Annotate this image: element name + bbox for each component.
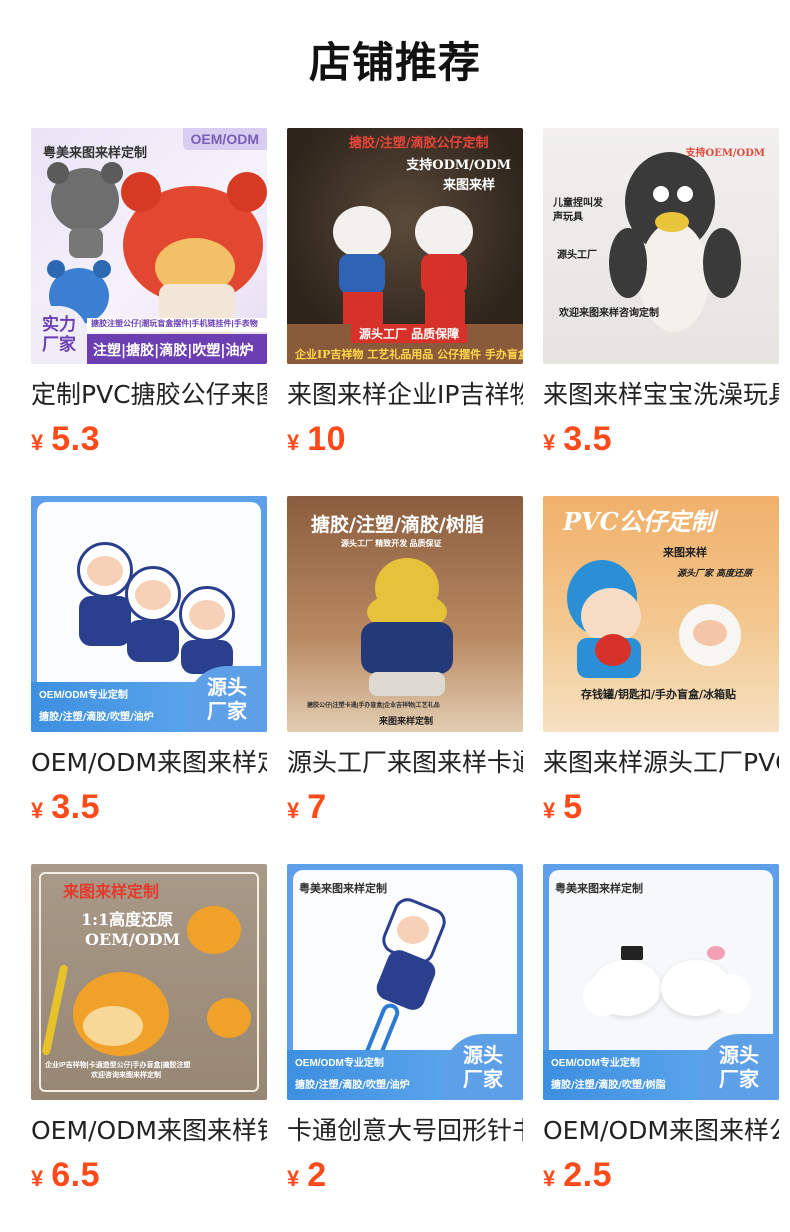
- price-value: 3.5: [51, 788, 101, 826]
- image-strip-main: 搪胶/注塑/滴胶/吹塑/油炉: [295, 1080, 410, 1091]
- product-image[interactable]: 搪胶/注塑/滴胶公仔定制 支持ODM/ODM 来图来样 源头工厂 品质保障 企业…: [287, 128, 523, 364]
- image-top-text: 粤美来图来样定制: [299, 882, 387, 895]
- image-top-text: 搪胶/注塑/滴胶公仔定制: [349, 136, 489, 151]
- product-card[interactable]: OEM/ODM 粤美来图来样定制 实力 厂家 搪胶注塑公仔|潮玩盲盒摆件|手机链…: [31, 128, 267, 472]
- product-title[interactable]: OEM/ODM来图来样钥匙扣: [31, 1114, 267, 1148]
- image-side-text-1: 支持ODM/ODM: [406, 158, 511, 173]
- product-title[interactable]: 定制PVC搪胶公仔来图来样: [31, 378, 267, 412]
- image-mid-text-1: 1:1高度还原: [81, 910, 174, 929]
- product-price: ¥ 3.5: [543, 420, 779, 459]
- product-price: ¥ 5: [543, 788, 779, 827]
- product-card[interactable]: 粤美来图来样定制 OEM/ODM专业定制 搪胶/注塑/滴胶/吹塑/油炉 源头 厂家…: [287, 864, 523, 1208]
- image-bottom-text: 企业IP吉祥物 工艺礼品用品 公仔摆件 手办盲盒: [295, 348, 523, 361]
- price-value: 5.3: [51, 420, 101, 458]
- product-title[interactable]: 源头工厂来图来样卡通公仔: [287, 746, 523, 780]
- currency-symbol: ¥: [31, 1166, 44, 1191]
- image-strip-small: 搪胶注塑公仔|潮玩盲盒摆件|手机链挂件|手表物: [91, 319, 258, 328]
- image-bottom-text-2: 欢迎咨询来图来样定制: [91, 1072, 161, 1079]
- image-bottom-text: 企业IP吉祥物|卡通造型公仔|手办盲盒|搪胶注塑: [45, 1062, 191, 1069]
- product-image[interactable]: OEM/ODM 粤美来图来样定制 实力 厂家 搪胶注塑公仔|潮玩盲盒摆件|手机链…: [31, 128, 267, 364]
- price-value: 7: [307, 788, 327, 826]
- price-value: 2: [307, 1156, 327, 1194]
- currency-symbol: ¥: [287, 430, 300, 455]
- image-bottom-text: 存钱罐/钥匙扣/手办盲盒/冰箱贴: [581, 688, 737, 701]
- product-title[interactable]: OEM/ODM来图来样公仔: [543, 1114, 779, 1148]
- image-top-text: 来图来样定制: [63, 882, 160, 901]
- image-strip-main: 搪胶/注塑/滴胶/吹塑/树脂: [551, 1080, 666, 1091]
- product-title[interactable]: 来图来样企业IP吉祥物定制: [287, 378, 523, 412]
- section-header: 店铺推荐: [0, 0, 790, 128]
- product-price: ¥ 5.3: [31, 420, 267, 459]
- image-side-text-1: 来图来样: [663, 546, 707, 559]
- currency-symbol: ¥: [543, 1166, 556, 1191]
- image-badge: 源头 厂家: [699, 1034, 779, 1100]
- image-left-text-1: 儿童捏叫发: [553, 198, 603, 209]
- product-title[interactable]: 卡通创意大号回形针书签: [287, 1114, 523, 1148]
- product-price: ¥ 10: [287, 420, 523, 459]
- image-strip-main: 注塑|搪胶|滴胶|吹塑|油炉: [93, 343, 254, 359]
- image-corner-tag: OEM/ODM: [182, 128, 267, 150]
- product-image[interactable]: 搪胶/注塑/滴胶/树脂 源头工厂 精致开发 品质保证 搪胶公仔|注塑卡通|手办盲…: [287, 496, 523, 732]
- image-corner-tag: 支持OEM/ODM: [685, 148, 765, 159]
- currency-symbol: ¥: [287, 798, 300, 823]
- image-top-text: PVC公仔定制: [563, 507, 715, 536]
- product-image[interactable]: OEM/ODM专业定制 搪胶/注塑/滴胶/吹塑/油炉 源头 厂家: [31, 496, 267, 732]
- product-price: ¥ 6.5: [31, 1156, 267, 1195]
- product-card[interactable]: 搪胶/注塑/滴胶/树脂 源头工厂 精致开发 品质保证 搪胶公仔|注塑卡通|手办盲…: [287, 496, 523, 840]
- product-image[interactable]: PVC公仔定制 来图来样 源头厂家 高度还原 存钱罐/钥匙扣/手办盲盒/冰箱贴: [543, 496, 779, 732]
- image-bottom-text: 来图来样定制: [379, 717, 434, 727]
- image-top-text: 搪胶/注塑/滴胶/树脂: [311, 514, 484, 536]
- store-recommendations-page: 店铺推荐 OEM/ODM 粤美来图来样定制 实力 厂家 搪胶注塑公仔|潮玩盲盒摆…: [0, 0, 790, 1232]
- product-card[interactable]: 粤美来图来样定制 OEM/ODM专业定制 搪胶/注塑/滴胶/吹塑/树脂 源头 厂家…: [543, 864, 779, 1208]
- price-value: 2.5: [563, 1156, 613, 1194]
- product-title[interactable]: OEM/ODM来图来样定制: [31, 746, 267, 780]
- product-price: ¥ 2: [287, 1156, 523, 1195]
- currency-symbol: ¥: [543, 798, 556, 823]
- image-left-text-3: 源头工厂: [557, 250, 597, 261]
- image-bottom-text: 欢迎来图来样咨询定制: [559, 308, 659, 319]
- price-value: 5: [563, 788, 583, 826]
- image-badge: 源头 厂家: [443, 1034, 523, 1100]
- image-badge: 实力 厂家: [31, 306, 87, 364]
- product-card[interactable]: 搪胶/注塑/滴胶公仔定制 支持ODM/ODM 来图来样 源头工厂 品质保障 企业…: [287, 128, 523, 472]
- product-image[interactable]: 粤美来图来样定制 OEM/ODM专业定制 搪胶/注塑/滴胶/吹塑/油炉 源头 厂家: [287, 864, 523, 1100]
- image-mid-text-2: OEM/ODM: [85, 930, 181, 949]
- image-strip-main: 搪胶/注塑/滴胶/吹塑/油炉: [39, 712, 154, 723]
- image-strip-small: OEM/ODM专业定制: [295, 1058, 384, 1069]
- product-price: ¥ 2.5: [543, 1156, 779, 1195]
- image-sub-text: 源头工厂 精致开发 品质保证: [341, 539, 442, 548]
- product-card[interactable]: PVC公仔定制 来图来样 源头厂家 高度还原 存钱罐/钥匙扣/手办盲盒/冰箱贴 …: [543, 496, 779, 840]
- price-value: 6.5: [51, 1156, 101, 1194]
- image-strip-small: OEM/ODM专业定制: [39, 690, 128, 701]
- image-badge: 源头 厂家: [187, 666, 267, 732]
- image-bottom-banner: 源头工厂 品质保障: [351, 324, 468, 343]
- product-image[interactable]: 粤美来图来样定制 OEM/ODM专业定制 搪胶/注塑/滴胶/吹塑/树脂 源头 厂家: [543, 864, 779, 1100]
- image-top-text: 粤美来图来样定制: [43, 146, 148, 161]
- product-grid: OEM/ODM 粤美来图来样定制 实力 厂家 搪胶注塑公仔|潮玩盲盒摆件|手机链…: [31, 128, 790, 1208]
- currency-symbol: ¥: [543, 430, 556, 455]
- section-title: 店铺推荐: [308, 37, 481, 87]
- product-title[interactable]: 来图来样源头工厂PVC公仔: [543, 746, 779, 780]
- price-value: 10: [307, 420, 347, 458]
- currency-symbol: ¥: [31, 430, 44, 455]
- currency-symbol: ¥: [31, 798, 44, 823]
- product-image[interactable]: 来图来样定制 1:1高度还原 OEM/ODM 企业IP吉祥物|卡通造型公仔|手办…: [31, 864, 267, 1100]
- product-card[interactable]: OEM/ODM专业定制 搪胶/注塑/滴胶/吹塑/油炉 源头 厂家 OEM/ODM来…: [31, 496, 267, 840]
- product-title[interactable]: 来图来样宝宝洗澡玩具定制: [543, 378, 779, 412]
- image-side-text-2: 源头厂家 高度还原: [677, 569, 753, 579]
- image-left-text-2: 声玩具: [553, 212, 583, 223]
- image-top-text: 粤美来图来样定制: [555, 882, 643, 895]
- currency-symbol: ¥: [287, 1166, 300, 1191]
- image-side-text-2: 来图来样: [442, 178, 495, 193]
- image-bottom-small: 搪胶公仔|注塑卡通|手办盲盒|企业吉祥物|工艺礼品: [307, 703, 440, 709]
- price-value: 3.5: [563, 420, 613, 458]
- product-card[interactable]: 支持OEM/ODM 儿童捏叫发 声玩具 源头工厂 欢迎来图来样咨询定制 来图来样…: [543, 128, 779, 472]
- product-price: ¥ 3.5: [31, 788, 267, 827]
- product-image[interactable]: 支持OEM/ODM 儿童捏叫发 声玩具 源头工厂 欢迎来图来样咨询定制: [543, 128, 779, 364]
- product-price: ¥ 7: [287, 788, 523, 827]
- image-strip-small: OEM/ODM专业定制: [551, 1058, 640, 1069]
- product-card[interactable]: 来图来样定制 1:1高度还原 OEM/ODM 企业IP吉祥物|卡通造型公仔|手办…: [31, 864, 267, 1208]
